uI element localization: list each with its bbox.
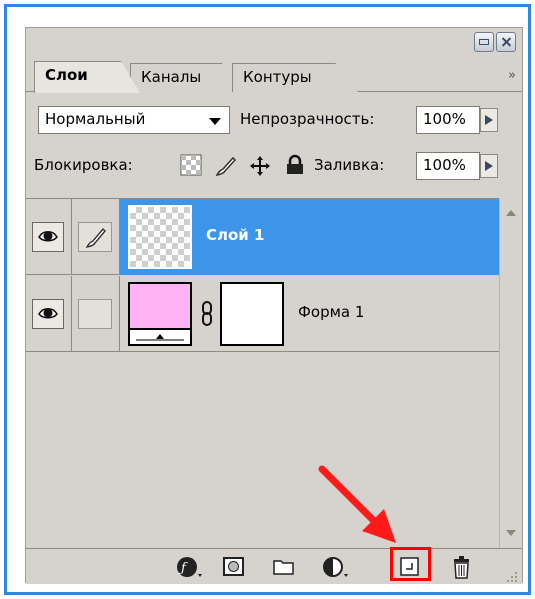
new-group-button[interactable]	[272, 555, 298, 579]
opacity-label: Непрозрачность:	[240, 110, 375, 128]
blend-row: Нормальный Непрозрачность: 100%	[26, 100, 522, 140]
tab-channels[interactable]: Каналы	[130, 63, 242, 92]
fill-label: Заливка:	[314, 156, 385, 174]
new-adjustment-layer-button[interactable]	[322, 555, 348, 579]
minimize-button[interactable]	[474, 32, 494, 52]
tab-layers[interactable]: Слои	[34, 61, 140, 93]
visibility-cell	[26, 199, 72, 275]
layer-row[interactable]: Форма 1	[26, 276, 500, 352]
visibility-toggle[interactable]	[32, 299, 64, 329]
close-button[interactable]	[496, 32, 516, 52]
fill-input[interactable]: 100%	[416, 152, 480, 180]
chain-link-icon	[202, 301, 212, 326]
visibility-cell	[26, 276, 72, 352]
link-state-cell	[72, 199, 120, 275]
folder-icon	[273, 560, 294, 575]
eye-icon	[38, 308, 58, 319]
lock-pixels-button[interactable]	[214, 154, 238, 178]
lock-label: Блокировка:	[34, 156, 133, 174]
tab-label: Слои	[45, 66, 88, 84]
shape-thumbnail-base	[130, 328, 190, 344]
fx-icon: ƒ	[177, 557, 202, 577]
panel-titlebar	[26, 28, 522, 58]
link-state-cell	[72, 276, 120, 352]
close-icon	[501, 39, 511, 45]
play-arrow-icon	[485, 115, 493, 125]
lock-position-button[interactable]	[248, 154, 272, 178]
checker-lock-icon	[180, 154, 202, 176]
tab-label: Контуры	[243, 68, 312, 86]
tab-paths[interactable]: Контуры	[232, 63, 358, 92]
scroll-up-arrow-icon[interactable]	[505, 208, 517, 218]
layers-toolbar: ƒ	[26, 548, 522, 584]
layer-body[interactable]: Слой 1	[120, 199, 500, 275]
lock-all-button[interactable]	[284, 154, 308, 178]
eye-icon	[38, 231, 58, 242]
lock-row: Блокировка: Заливка: 100%	[26, 146, 522, 186]
blend-mode-value: Нормальный	[45, 110, 146, 128]
vector-mask-thumbnail	[220, 282, 284, 346]
layers-panel: Слои Каналы Контуры » Нормальный Непрозр…	[25, 27, 523, 584]
panel-menu-button[interactable]: »	[508, 68, 516, 83]
tab-label: Каналы	[141, 68, 202, 86]
link-toggle[interactable]	[78, 299, 112, 329]
move-icon	[250, 156, 270, 176]
layer-name: Слой 1	[206, 226, 265, 244]
panel-tabs: Слои Каналы Контуры »	[26, 60, 522, 93]
trash-icon	[454, 556, 469, 579]
chevron-down-icon	[209, 118, 221, 125]
mask-link-button[interactable]	[200, 300, 214, 332]
lock-icon	[287, 154, 303, 174]
layer-style-button[interactable]: ƒ	[176, 555, 202, 579]
brush-toggle[interactable]	[78, 222, 112, 252]
blend-mode-select[interactable]: Нормальный	[38, 106, 230, 134]
scroll-down-arrow-icon[interactable]	[505, 528, 517, 538]
resize-grip-icon[interactable]	[506, 571, 518, 583]
fill-value: 100%	[423, 156, 466, 174]
layer-list: Слой 1 Форма 1	[26, 198, 522, 548]
mask-icon	[223, 557, 244, 576]
opacity-value: 100%	[423, 110, 466, 128]
triangle-marker-icon	[136, 334, 184, 341]
play-arrow-icon	[485, 161, 493, 171]
layer-row[interactable]: Слой 1	[26, 199, 500, 275]
fill-slider-button[interactable]	[480, 154, 498, 178]
brush-icon	[85, 227, 106, 248]
layer-list-scrollbar[interactable]	[499, 198, 522, 548]
shape-thumbnail	[128, 282, 192, 346]
layer-thumbnail	[128, 205, 192, 269]
minimize-icon	[479, 39, 489, 45]
delete-layer-button[interactable]	[450, 555, 476, 579]
brush-icon	[215, 156, 237, 177]
opacity-slider-button[interactable]	[480, 108, 498, 132]
lock-transparency-button[interactable]	[180, 154, 204, 178]
opacity-input[interactable]: 100%	[416, 106, 480, 134]
layer-name: Форма 1	[298, 303, 365, 321]
annotation-arrow-icon	[318, 465, 396, 543]
add-mask-button[interactable]	[222, 555, 248, 579]
adjustment-icon	[323, 557, 348, 577]
visibility-toggle[interactable]	[32, 222, 64, 252]
layer-body[interactable]: Форма 1	[120, 276, 500, 352]
